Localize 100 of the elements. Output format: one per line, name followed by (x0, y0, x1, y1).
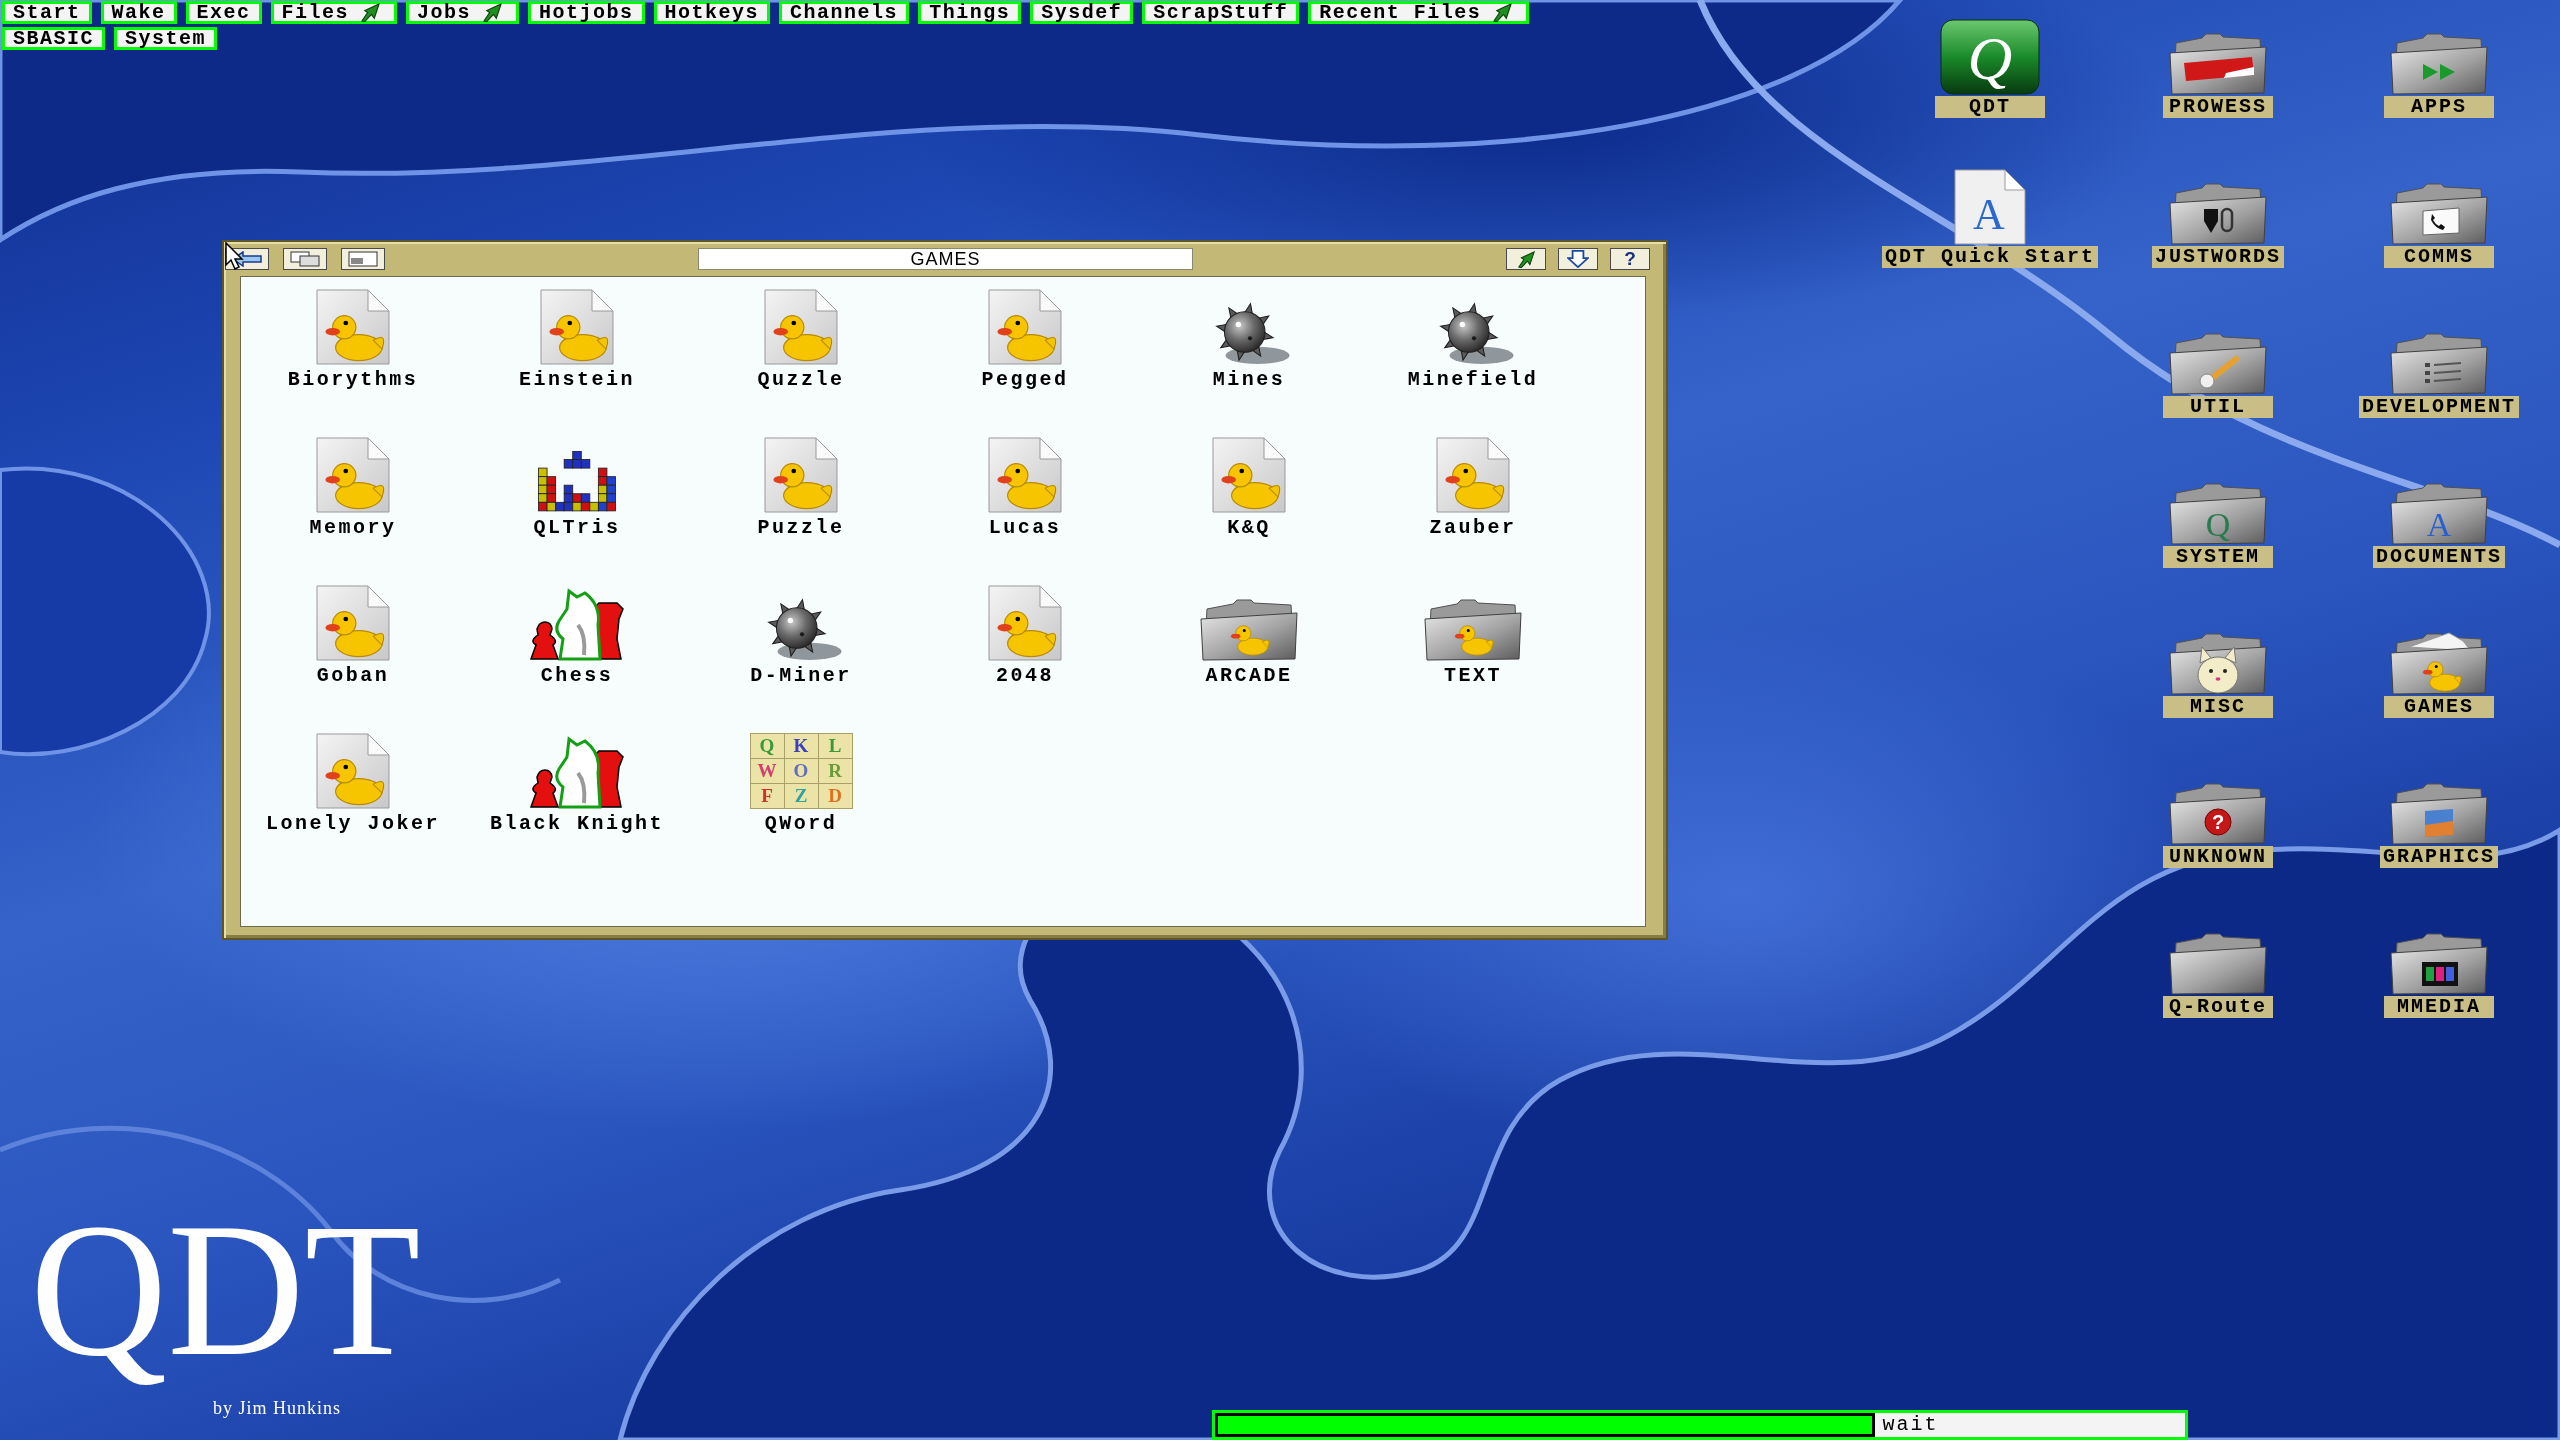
menu-item[interactable]: Hotkeys (653, 1, 771, 24)
letter-tile: R (818, 759, 852, 783)
file-label: Memory (309, 517, 397, 539)
file-label: Lonely Joker (266, 813, 440, 835)
file-label: D-Miner (750, 665, 852, 687)
letter-tile: Q (750, 734, 784, 758)
duck-document-icon[interactable] (540, 289, 614, 365)
icon-label: MISC (2163, 696, 2273, 718)
file-label: Einstein (519, 369, 635, 391)
down-button[interactable] (1558, 248, 1598, 270)
menu-item[interactable]: Jobs (406, 1, 520, 24)
file-label: Chess (540, 665, 614, 687)
menu-item[interactable]: SBASIC (2, 27, 105, 50)
icon-label: DEVELOPMENT (2359, 396, 2519, 418)
file-label: 2048 (996, 665, 1054, 687)
title-bar-button[interactable] (1506, 248, 1546, 270)
menu-item[interactable]: Channels (779, 1, 910, 24)
duck-document-icon[interactable] (316, 733, 390, 809)
folder-icon[interactable] (2168, 31, 2268, 95)
menu-item[interactable]: Sysdef (1030, 1, 1134, 24)
duck-document-icon[interactable] (764, 437, 838, 513)
title-bar-button[interactable] (341, 248, 385, 270)
folder-icon[interactable] (1199, 597, 1299, 661)
file-label: Black Knight (490, 813, 664, 835)
letter-tile: L (818, 734, 852, 758)
icon-label: DOCUMENTS (2373, 546, 2505, 568)
menu-item[interactable]: Exec (185, 1, 262, 24)
duck-document-icon[interactable] (764, 289, 838, 365)
duck-document-icon[interactable] (988, 437, 1062, 513)
file-label: Minefield (1407, 369, 1539, 391)
file-label: QLTris (533, 517, 621, 539)
file-label: Goban (316, 665, 390, 687)
menu-item[interactable]: ScrapStuff (1142, 1, 1300, 24)
icon-label: APPS (2384, 96, 2494, 118)
letter-tile: Z (784, 784, 818, 808)
folder-icon[interactable] (2389, 31, 2489, 95)
window-title: GAMES (698, 248, 1193, 270)
icon-label: UNKNOWN (2163, 846, 2273, 868)
menu-item[interactable]: System (114, 27, 218, 50)
file-label: Puzzle (757, 517, 845, 539)
menu-item[interactable]: Start (2, 1, 92, 24)
letter-tile: K (784, 734, 818, 758)
file-label: Lucas (988, 517, 1062, 539)
letter-tile: F (750, 784, 784, 808)
block-stack-icon[interactable] (537, 451, 617, 513)
duck-document-icon[interactable] (316, 585, 390, 661)
folder-icon[interactable] (2168, 331, 2268, 395)
document-icon[interactable]: A (1953, 169, 2027, 245)
duck-document-icon[interactable] (988, 585, 1062, 661)
file-label: Quzzle (757, 369, 845, 391)
letter-grid-icon[interactable]: Q K L W O R F Z D (749, 733, 853, 809)
mouse-pointer-icon (225, 242, 245, 270)
folder-icon[interactable] (2389, 331, 2489, 395)
folder-icon[interactable] (2389, 931, 2489, 995)
file-label: K&Q (1227, 517, 1271, 539)
duck-document-icon[interactable] (1212, 437, 1286, 513)
file-label: QWord (764, 813, 838, 835)
icon-label: QDT Quick Start (1882, 246, 2098, 268)
file-label: Biorythms (287, 369, 419, 391)
icon-label: MMEDIA (2384, 996, 2494, 1018)
icon-label: QDT (1935, 96, 2045, 118)
duck-document-icon[interactable] (1436, 437, 1510, 513)
letter-tile: D (818, 784, 852, 808)
folder-icon[interactable] (2389, 631, 2489, 695)
icon-label: UTIL (2163, 396, 2273, 418)
icon-label: GAMES (2384, 696, 2494, 718)
app-icon[interactable]: Q (1940, 19, 2040, 95)
icon-label: Q-Route (2163, 996, 2273, 1018)
file-label: Pegged (981, 369, 1069, 391)
menu-item[interactable]: Recent Files (1308, 1, 1530, 24)
letter-tile: W (750, 759, 784, 783)
file-label: Zauber (1429, 517, 1517, 539)
menu-item[interactable]: Things (918, 1, 1022, 24)
menu-item[interactable]: Hotjobs (528, 1, 645, 24)
title-bar-button[interactable] (283, 248, 327, 270)
duck-document-icon[interactable] (316, 437, 390, 513)
status-text: wait (1882, 1413, 1939, 1437)
logo-title: QDT (30, 1184, 422, 1396)
folder-icon[interactable] (2168, 631, 2268, 695)
arrow-icon (1517, 250, 1535, 268)
icon-label: SYSTEM (2163, 546, 2273, 568)
folder-icon[interactable] (2389, 781, 2489, 845)
help-button[interactable]: ? (1610, 248, 1650, 270)
duck-document-icon[interactable] (988, 289, 1062, 365)
icon-label: PROWESS (2163, 96, 2273, 118)
folder-icon[interactable] (2389, 181, 2489, 245)
icon-label: COMMS (2384, 246, 2494, 268)
menu-item[interactable]: Files (270, 1, 398, 24)
folder-icon[interactable] (2168, 181, 2268, 245)
down-arrow-icon (1567, 250, 1589, 268)
folder-icon[interactable] (1423, 597, 1523, 661)
window-icon (348, 251, 378, 267)
stacked-windows-icon (290, 251, 320, 267)
letter-tile: O (784, 759, 818, 783)
menu-item[interactable]: Wake (100, 1, 177, 24)
folder-icon[interactable] (2168, 931, 2268, 995)
logo-byline: by Jim Hunkins (213, 1398, 342, 1418)
icon-label: GRAPHICS (2380, 846, 2498, 868)
duck-document-icon[interactable] (316, 289, 390, 365)
icon-label: JUSTWORDS (2152, 246, 2284, 268)
